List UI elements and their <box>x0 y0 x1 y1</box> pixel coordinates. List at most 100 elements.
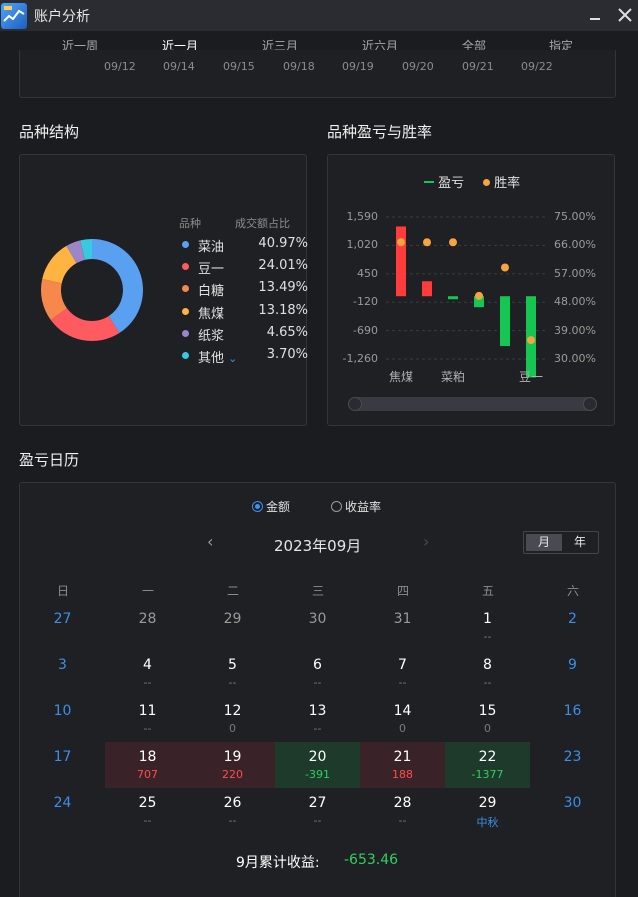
calendar-day[interactable]: 5 -- <box>190 650 275 696</box>
day-number: 15 <box>478 703 497 719</box>
day-number: 28 <box>138 611 157 627</box>
scroll-handle-left[interactable] <box>348 397 362 411</box>
legend-item[interactable]: 豆一 24.01% <box>182 258 312 277</box>
pnl-bar[interactable] <box>396 226 406 297</box>
day-value: -- <box>143 676 152 689</box>
day-value: 0 <box>484 722 491 735</box>
calendar-day[interactable]: 19 220 <box>190 742 275 788</box>
x-tick-label: 焦煤 <box>389 370 414 384</box>
app-chart-icon <box>1 2 27 29</box>
calendar-day[interactable]: 13 -- <box>275 696 360 742</box>
total-label: 9月累计收益: <box>236 855 320 871</box>
expand-chevron-icon[interactable]: ⌄ <box>228 352 237 365</box>
day-value: -- <box>228 676 237 689</box>
calendar-day[interactable]: 11 -- <box>105 696 190 742</box>
calendar-day[interactable]: 8 -- <box>445 650 530 696</box>
calendar-day[interactable]: 29 中秋 <box>445 788 530 834</box>
day-number: 2 <box>568 611 577 627</box>
calendar-day[interactable]: 30 <box>275 604 360 650</box>
radio-checked-icon <box>252 501 263 512</box>
day-number: 19 <box>223 749 242 765</box>
calendar-day[interactable]: 18 707 <box>105 742 190 788</box>
win-rate-point[interactable] <box>397 238 405 247</box>
minimize-button[interactable] <box>584 4 606 26</box>
calendar-day[interactable]: 7 -- <box>360 650 445 696</box>
day-number: 22 <box>478 749 497 765</box>
legend-pct: 13.18% <box>258 303 308 318</box>
calendar-day[interactable]: 9 <box>530 650 615 696</box>
calendar-day[interactable]: 22 -1377 <box>445 742 530 788</box>
calendar-day[interactable]: 17 <box>20 742 105 788</box>
calendar-day[interactable]: 3 <box>20 650 105 696</box>
date-tick: 09/22 <box>521 60 553 73</box>
win-rate-point[interactable] <box>527 336 535 345</box>
calendar-day[interactable]: 29 <box>190 604 275 650</box>
weekday-label: 二 <box>226 584 239 598</box>
win-rate-point[interactable] <box>501 263 509 272</box>
calendar-day[interactable]: 21 188 <box>360 742 445 788</box>
close-button[interactable] <box>614 4 636 26</box>
donut-slice[interactable] <box>92 239 143 334</box>
calendar-day[interactable]: 31 <box>360 604 445 650</box>
win-rate-point[interactable] <box>423 238 431 247</box>
total-value: -653.46 <box>344 852 399 868</box>
day-number: 24 <box>53 795 72 811</box>
month-title: 2023年09月 <box>274 537 362 555</box>
chart-scrollbar[interactable] <box>348 397 597 411</box>
legend-name: 白糖 <box>198 284 225 299</box>
next-month-button[interactable]: › <box>423 532 429 551</box>
legend-item[interactable]: 白糖 13.49% <box>182 280 312 299</box>
win-rate-point[interactable] <box>449 238 457 247</box>
day-value: 220 <box>222 768 243 781</box>
calendar-day[interactable]: 1 -- <box>445 604 530 650</box>
calendar-day[interactable]: 14 0 <box>360 696 445 742</box>
legend-item[interactable]: 焦煤 13.18% <box>182 303 312 322</box>
day-value: 0 <box>229 722 236 735</box>
pnl-bar[interactable] <box>448 296 458 300</box>
legend-item[interactable]: 菜油 40.97% <box>182 236 312 255</box>
mode-rate-radio[interactable]: 收益率 <box>331 498 381 515</box>
calendar-day[interactable]: 24 <box>20 788 105 834</box>
calendar-day[interactable]: 26 -- <box>190 788 275 834</box>
calendar-day[interactable]: 6 -- <box>275 650 360 696</box>
pnl-card: 盈亏 胜率 1,590 1,020 450 -120 -690 -1,260 75.00%… <box>327 154 615 426</box>
calendar-day[interactable]: 28 <box>105 604 190 650</box>
structure-title: 品种结构 <box>19 123 80 141</box>
calendar-day[interactable]: 23 <box>530 742 615 788</box>
legend-dot <box>182 285 189 292</box>
day-number: 8 <box>483 657 492 673</box>
day-number: 21 <box>393 749 412 765</box>
calendar-day[interactable]: 15 0 <box>445 696 530 742</box>
calendar-day[interactable]: 10 <box>20 696 105 742</box>
calendar-day[interactable]: 28 -- <box>360 788 445 834</box>
calendar-day[interactable]: 4 -- <box>105 650 190 696</box>
calendar-day[interactable]: 25 -- <box>105 788 190 834</box>
pnl-bar[interactable] <box>422 281 432 297</box>
weekday-label: 三 <box>311 584 324 598</box>
calendar-day[interactable]: 2 <box>530 604 615 650</box>
calendar-day[interactable]: 12 0 <box>190 696 275 742</box>
scroll-handle-right[interactable] <box>583 397 597 411</box>
donut-slice[interactable] <box>50 308 120 341</box>
pnl-bar[interactable] <box>500 296 510 347</box>
mode-amount-radio[interactable]: 金额 <box>252 498 290 515</box>
calendar-day[interactable]: 16 <box>530 696 615 742</box>
calendar-day[interactable]: 20 -391 <box>275 742 360 788</box>
legend-item[interactable]: 纸浆 4.65% <box>182 325 312 344</box>
view-year-button[interactable]: 年 <box>562 534 598 551</box>
legend-head-name: 品种 <box>179 217 201 230</box>
win-rate-point[interactable] <box>475 291 483 300</box>
calendar-day[interactable]: 27 -- <box>275 788 360 834</box>
prev-month-button[interactable]: ‹ <box>207 532 213 551</box>
close-icon <box>618 8 632 22</box>
calendar-day[interactable]: 30 <box>530 788 615 834</box>
day-number: 29 <box>478 795 497 811</box>
day-number: 17 <box>53 749 72 765</box>
view-month-button[interactable]: 月 <box>526 534 562 551</box>
day-number: 25 <box>138 795 157 811</box>
legend-item-other[interactable]: 其他 ⌄ 3.70% <box>182 347 312 366</box>
structure-card: 品种 成交额占比 菜油 40.97% 豆一 24.01% 白糖 13.49% 焦… <box>19 154 308 426</box>
legend-dot <box>182 330 189 337</box>
calendar-day[interactable]: 27 <box>20 604 105 650</box>
weekday-label: 日 <box>56 584 69 598</box>
